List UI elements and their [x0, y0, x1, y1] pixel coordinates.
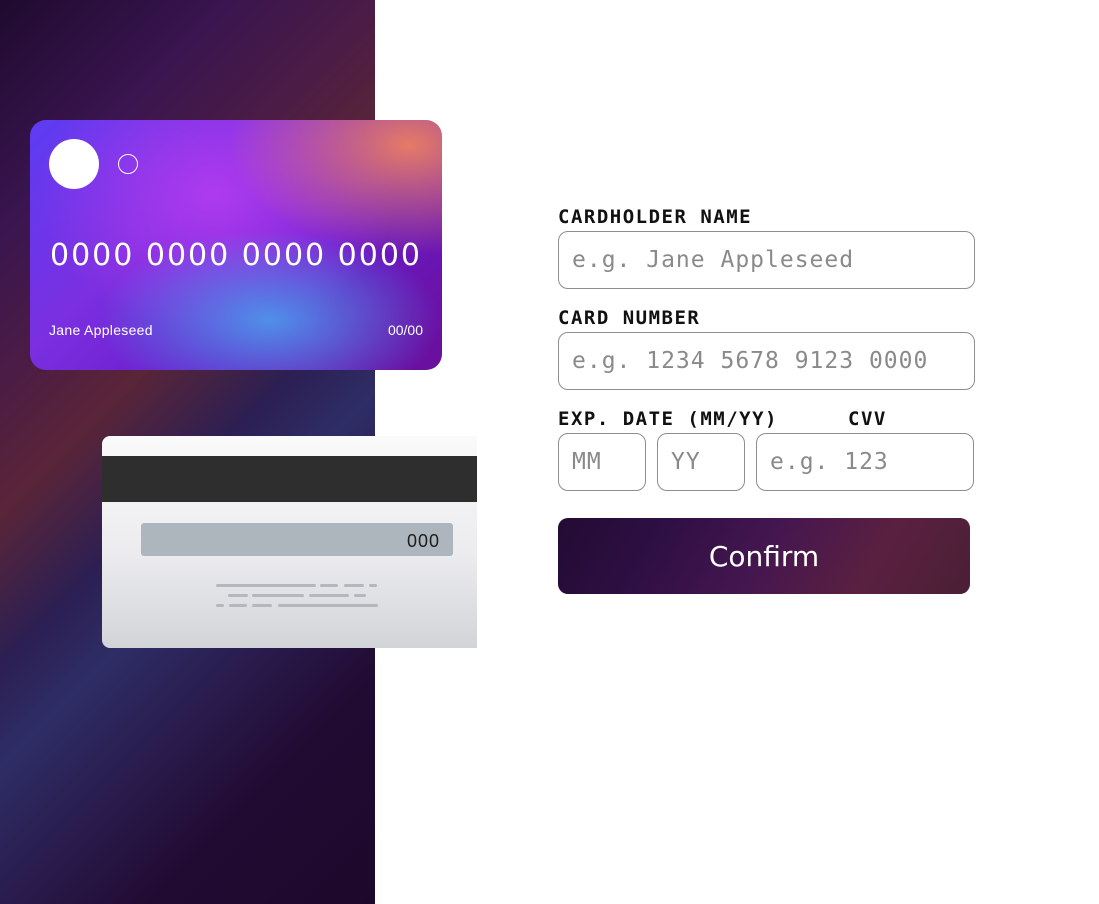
card-logo-large-circle-icon	[49, 139, 99, 189]
card-expiry-display: 00/00	[387, 322, 423, 338]
page: 0000 0000 0000 0000 Jane Appleseed 00/00…	[0, 0, 1099, 904]
card-back-decoration-line	[216, 604, 224, 607]
card-back-decoration-line	[309, 594, 349, 597]
cardholder-name-input[interactable]	[558, 231, 975, 289]
confirm-button[interactable]: Confirm	[558, 518, 970, 594]
card-front: 0000 0000 0000 0000 Jane Appleseed 00/00	[30, 120, 442, 370]
card-back-decoration-line	[229, 604, 247, 607]
cardholder-name-display: Jane Appleseed	[49, 322, 153, 338]
card-number-label: CARD NUMBER	[558, 307, 701, 329]
card-number-input[interactable]	[558, 332, 975, 390]
card-number-display: 0000 0000 0000 0000	[50, 238, 422, 273]
card-back-decoration-line	[252, 594, 304, 597]
card-back-decoration-line	[216, 584, 316, 587]
cvv-input[interactable]	[756, 433, 974, 491]
card-back-decoration-line	[369, 584, 377, 587]
card-back-decoration-line	[320, 584, 338, 587]
cvv-label: CVV	[848, 408, 887, 430]
exp-year-input[interactable]	[657, 433, 745, 491]
magnetic-stripe	[102, 456, 477, 502]
card-back-decoration-line	[278, 604, 378, 607]
exp-month-input[interactable]	[558, 433, 646, 491]
card-cvv-display: 000	[406, 531, 440, 551]
card-back-decoration-line	[344, 584, 364, 587]
exp-date-label: EXP. DATE (MM/YY)	[558, 408, 778, 430]
card-back-decoration-line	[252, 604, 272, 607]
card-back: 000	[102, 436, 477, 648]
card-logo-small-circle-icon	[118, 154, 138, 174]
signature-strip: 000	[141, 523, 453, 556]
card-back-decoration-line	[228, 594, 248, 597]
card-back-decoration-line	[354, 594, 366, 597]
cardholder-name-label: CARDHOLDER NAME	[558, 206, 753, 228]
payment-form: CARDHOLDER NAME CARD NUMBER EXP. DATE (M…	[558, 0, 978, 904]
